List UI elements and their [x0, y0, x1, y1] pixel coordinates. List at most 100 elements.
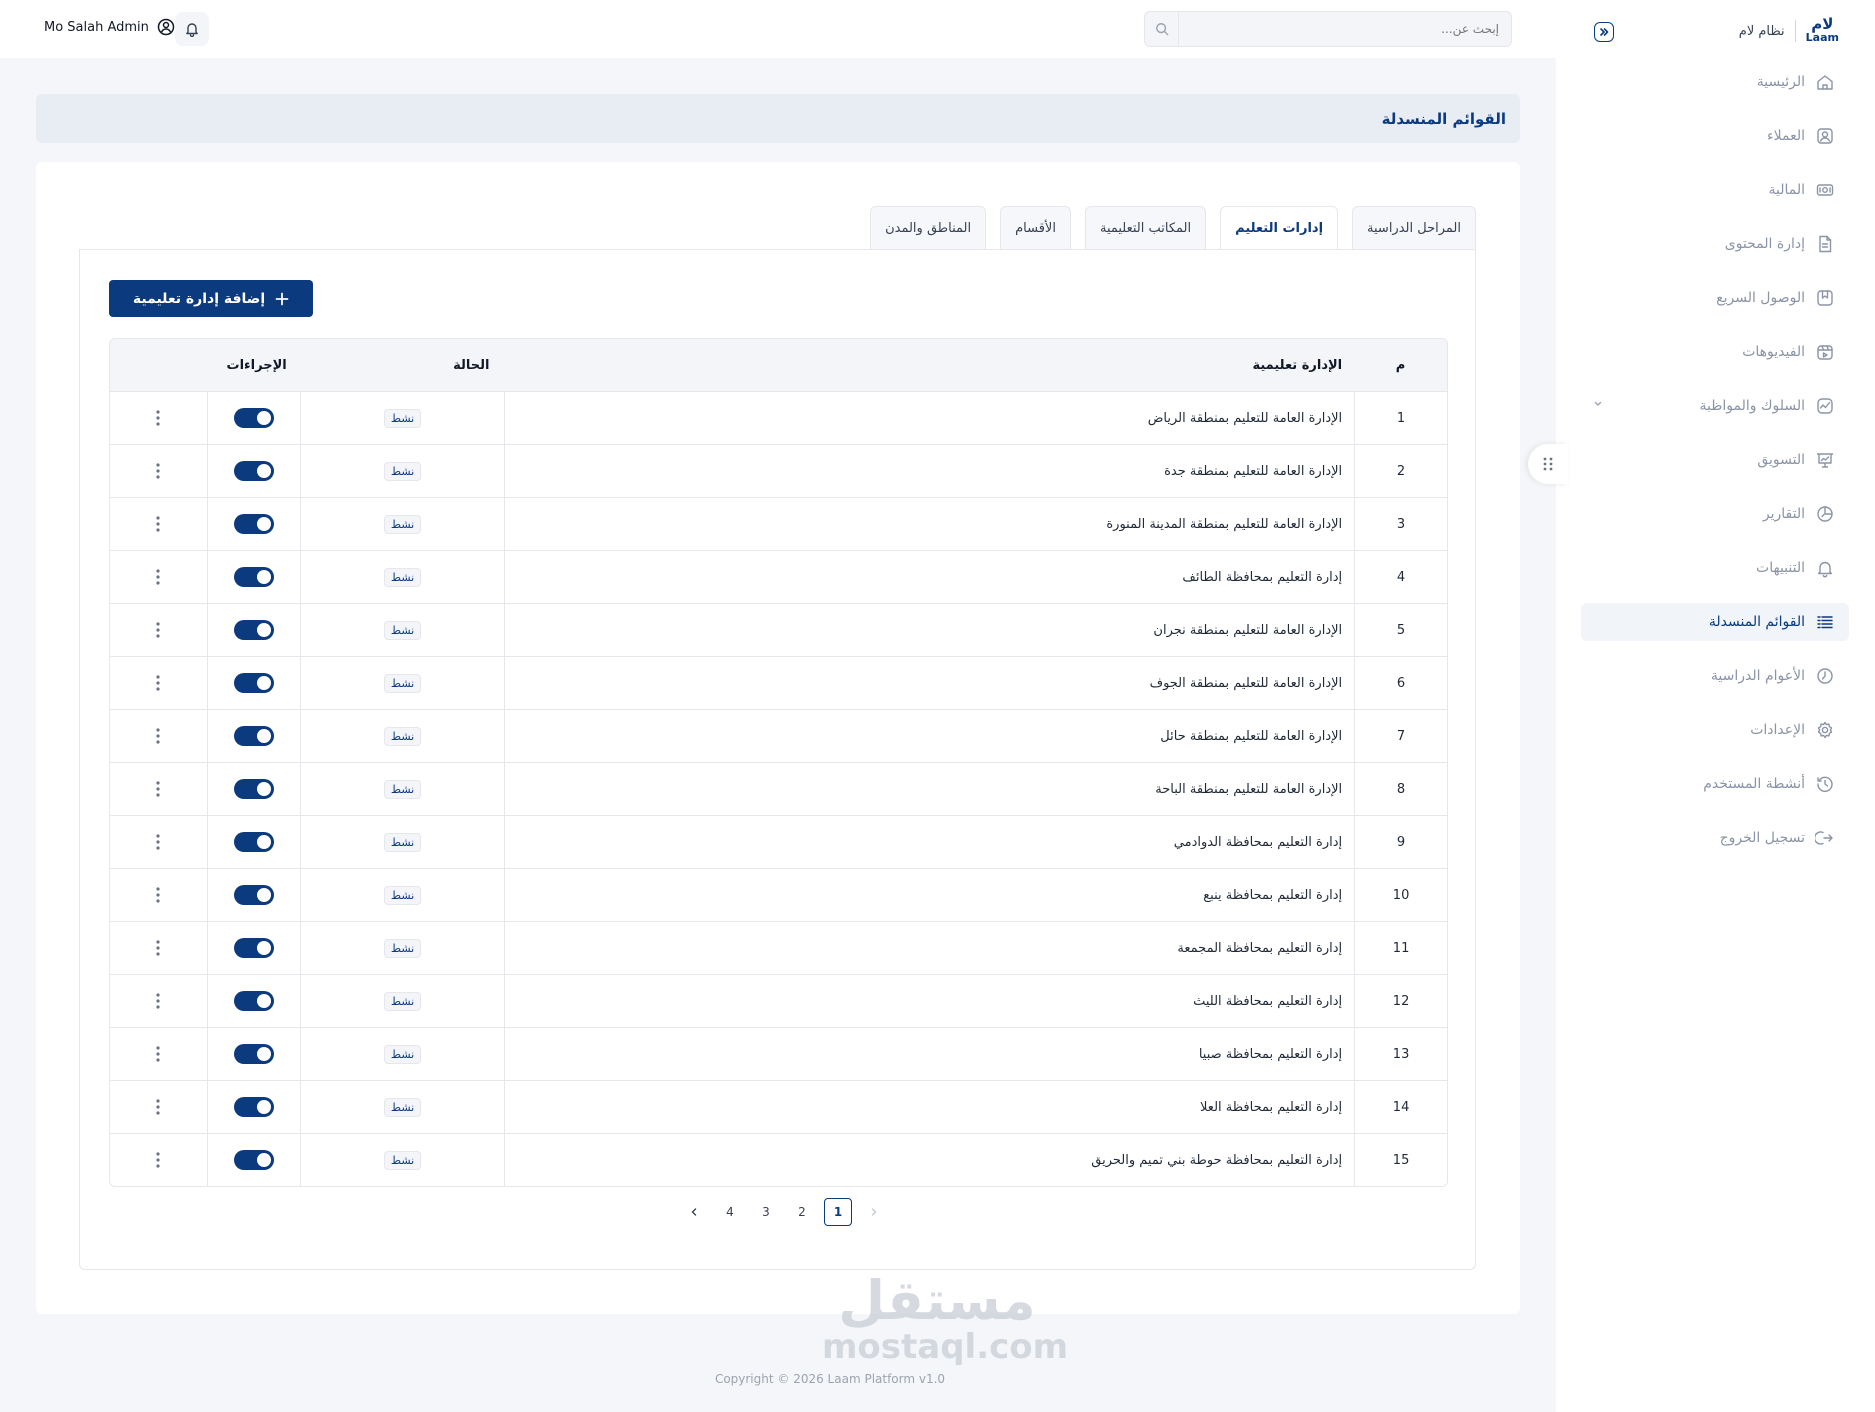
status-toggle[interactable] — [233, 779, 274, 799]
clock-icon — [1815, 666, 1835, 686]
row-number: 1 — [1354, 392, 1447, 444]
row-actions-menu[interactable] — [110, 551, 207, 603]
row-actions-menu[interactable] — [110, 922, 207, 974]
row-actions-menu[interactable] — [110, 1081, 207, 1133]
sidebar-item-label: العملاء — [1767, 128, 1805, 144]
row-actions-menu[interactable] — [110, 392, 207, 444]
toggle-cell — [206, 657, 300, 709]
sidebar-item-12[interactable]: الإعدادات — [1581, 711, 1849, 749]
row-actions-menu[interactable] — [110, 1028, 207, 1080]
status-toggle[interactable] — [233, 567, 274, 587]
status-badge: نشط — [383, 1097, 422, 1117]
sidebar-item-4[interactable]: الوصول السريع — [1581, 279, 1849, 317]
status-toggle[interactable] — [233, 885, 274, 905]
status-toggle[interactable] — [233, 408, 274, 428]
row-actions-menu[interactable] — [110, 816, 207, 868]
brand-divider — [1794, 20, 1796, 42]
status-toggle[interactable] — [233, 1150, 274, 1170]
sidebar-item-5[interactable]: الفيديوهات — [1581, 333, 1849, 371]
sidebar-item-14[interactable]: تسجيل الخروج — [1581, 819, 1849, 857]
status-badge: نشط — [383, 885, 422, 905]
topbar: Mo Salah Admin — [0, 0, 1556, 58]
status-toggle[interactable] — [233, 938, 274, 958]
more-vertical-icon — [156, 516, 161, 532]
list-icon — [1815, 612, 1835, 632]
chevron-down-icon[interactable] — [1593, 399, 1603, 409]
status-cell: نشط — [299, 1134, 505, 1186]
sidebar-item-8[interactable]: التقارير — [1581, 495, 1849, 533]
department-name: إدارة التعليم بمحافظة الطائف — [504, 551, 1354, 603]
status-toggle[interactable] — [233, 832, 274, 852]
status-toggle[interactable] — [233, 514, 274, 534]
pagination-page-3[interactable]: 3 — [752, 1198, 780, 1226]
status-cell: نشط — [299, 816, 505, 868]
tab-2[interactable]: المكاتب التعليمية — [1084, 206, 1207, 250]
toggle-cell — [206, 604, 300, 656]
pagination-next-button[interactable] — [680, 1198, 708, 1226]
row-actions-menu[interactable] — [110, 657, 207, 709]
more-vertical-icon — [156, 781, 161, 797]
sidebar-item-6[interactable]: السلوك والمواظبة — [1581, 387, 1849, 425]
sidebar-item-10[interactable]: القوائم المنسدلة — [1581, 603, 1849, 641]
sidebar-item-label: إدارة المحتوى — [1724, 236, 1805, 252]
sidebar-item-13[interactable]: أنشطة المستخدم — [1581, 765, 1849, 803]
gear-icon — [1815, 720, 1835, 740]
add-education-department-button[interactable]: إضافة إدارة تعليمية — [109, 280, 313, 317]
row-actions-menu[interactable] — [110, 710, 207, 762]
status-badge: نشط — [383, 991, 422, 1011]
table-row: 15 إدارة التعليم بمحافظة حوطة بني تميم وا… — [110, 1133, 1447, 1186]
status-toggle[interactable] — [233, 461, 274, 481]
table-row: 6 الإدارة العامة للتعليم بمنطقة الجوف نشط — [110, 656, 1447, 709]
row-actions-menu[interactable] — [110, 869, 207, 921]
sidebar-item-9[interactable]: التنبيهات — [1581, 549, 1849, 587]
department-name: إدارة التعليم بمحافظة حوطة بني تميم والح… — [504, 1134, 1354, 1186]
status-toggle[interactable] — [233, 620, 274, 640]
status-toggle[interactable] — [233, 991, 274, 1011]
more-vertical-icon — [156, 887, 161, 903]
pagination-page-1[interactable]: 1 — [824, 1198, 852, 1226]
tab-0[interactable]: المراحل الدراسية — [1352, 206, 1476, 250]
status-cell: نشط — [299, 869, 505, 921]
pagination-page-4[interactable]: 4 — [716, 1198, 744, 1226]
status-toggle[interactable] — [233, 726, 274, 746]
user-menu[interactable]: Mo Salah Admin — [44, 18, 175, 36]
row-actions-menu[interactable] — [110, 1134, 207, 1186]
row-actions-menu[interactable] — [110, 604, 207, 656]
status-toggle[interactable] — [233, 673, 274, 693]
status-toggle[interactable] — [233, 1044, 274, 1064]
collapse-sidebar-button[interactable] — [1594, 22, 1614, 42]
tab-1[interactable]: إدارات التعليم — [1220, 206, 1339, 250]
row-actions-menu[interactable] — [110, 445, 207, 497]
table-row: 4 إدارة التعليم بمحافظة الطائف نشط — [110, 550, 1447, 603]
sidebar-item-7[interactable]: التسويق — [1581, 441, 1849, 479]
department-name: إدارة التعليم بمحافظة المجمعة — [504, 922, 1354, 974]
sidebar-item-3[interactable]: إدارة المحتوى — [1581, 225, 1849, 263]
table-row: 3 الإدارة العامة للتعليم بمنطقة المدينة ا… — [110, 497, 1447, 550]
sidebar-item-label: التسويق — [1757, 452, 1805, 468]
department-name: إدارة التعليم بمحافظة صبيا — [504, 1028, 1354, 1080]
table-header-row: م الإدارة تعليمية الحالة الإجراءات — [110, 339, 1447, 391]
pagination-page-2[interactable]: 2 — [788, 1198, 816, 1226]
more-vertical-icon — [156, 1046, 161, 1062]
sidebar-item-label: تسجيل الخروج — [1719, 830, 1805, 846]
row-actions-menu[interactable] — [110, 975, 207, 1027]
sidebar-item-1[interactable]: العملاء — [1581, 117, 1849, 155]
status-badge: نشط — [383, 779, 422, 799]
status-toggle[interactable] — [233, 1097, 274, 1117]
sidebar-item-11[interactable]: الأعوام الدراسية — [1581, 657, 1849, 695]
sidebar-item-label: أنشطة المستخدم — [1703, 776, 1805, 792]
table-row: 13 إدارة التعليم بمحافظة صبيا نشط — [110, 1027, 1447, 1080]
sidebar-item-label: المالية — [1768, 182, 1805, 198]
drag-handle[interactable] — [1528, 444, 1568, 484]
search-input[interactable] — [1179, 12, 1511, 46]
tab-4[interactable]: المناطق والمدن — [870, 206, 987, 250]
row-actions-menu[interactable] — [110, 763, 207, 815]
tab-3[interactable]: الأقسام — [1000, 206, 1071, 250]
pagination-prev-button[interactable] — [860, 1198, 888, 1226]
department-name: إدارة التعليم بمحافظة الدوادمي — [504, 816, 1354, 868]
notifications-button[interactable] — [175, 12, 209, 46]
sidebar-item-0[interactable]: الرئيسية — [1581, 63, 1849, 101]
sidebar-item-2[interactable]: المالية — [1581, 171, 1849, 209]
row-actions-menu[interactable] — [110, 498, 207, 550]
search-icon[interactable] — [1145, 12, 1179, 46]
